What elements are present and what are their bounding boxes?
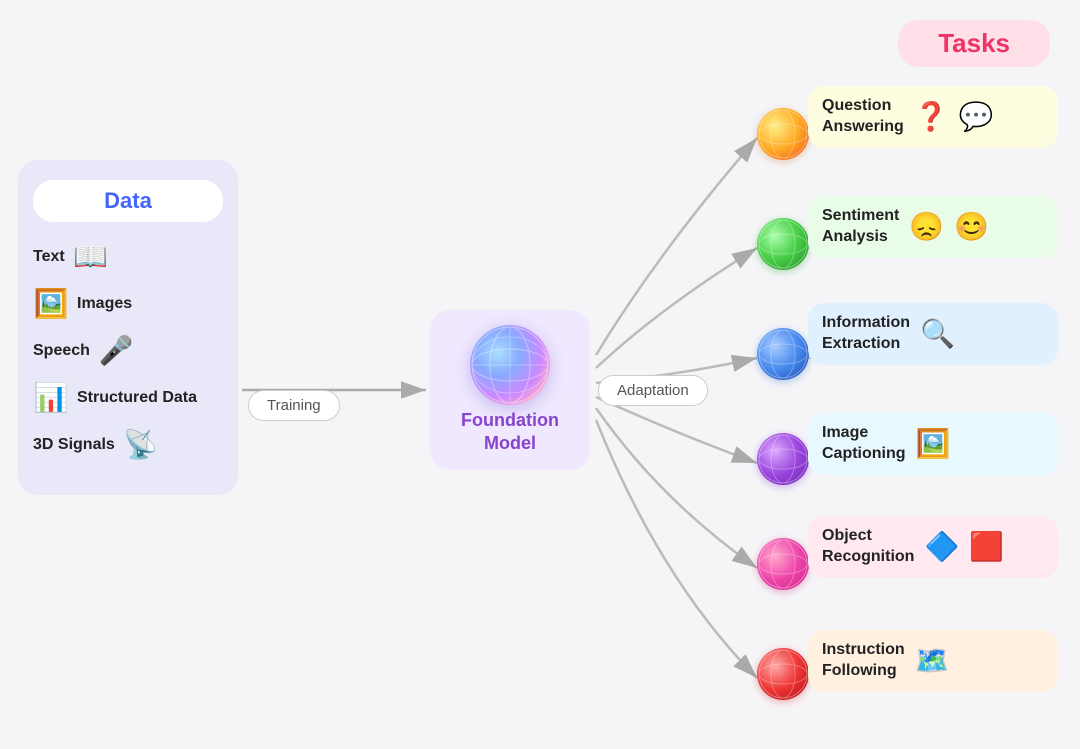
task-icon2-or: 🟥: [969, 530, 1004, 563]
data-item-images-label: Images: [77, 295, 132, 313]
task-icon2-sa: 😊: [954, 210, 989, 243]
task-label-if: Instruction Following: [822, 640, 905, 682]
task-icon-ic: 🖼️: [916, 427, 951, 460]
task-label-qa: Question Answering: [822, 96, 904, 138]
data-title: Data: [104, 188, 152, 213]
data-panel: Data Text 📖 🖼️ Images Speech 🎤 📊 Structu…: [18, 160, 238, 495]
images-icon: 🖼️: [33, 287, 69, 320]
data-item-3d: 3D Signals 📡: [33, 428, 223, 461]
task-label-ic: Image Captioning: [822, 423, 906, 465]
node-sphere-ie: [757, 328, 809, 380]
task-icon-if: 🗺️: [915, 644, 950, 677]
tasks-title: Tasks: [938, 28, 1010, 58]
node-sphere-or: [757, 538, 809, 590]
task-card-qa: Question Answering ❓ 💬: [808, 86, 1058, 148]
structured-icon: 📊: [33, 381, 69, 414]
task-icon2-qa: 💬: [959, 100, 994, 133]
task-icon-sa: 😞: [909, 210, 944, 243]
tasks-title-box: Tasks: [898, 20, 1050, 67]
task-icon-qa: ❓: [914, 100, 949, 133]
3d-icon: 📡: [123, 428, 159, 461]
speech-icon: 🎤: [98, 334, 134, 367]
task-label-ie: Information Extraction: [822, 313, 910, 355]
text-icon: 📖: [73, 240, 109, 273]
foundation-model-title: Foundation Model: [461, 409, 559, 456]
data-item-text: Text 📖: [33, 240, 223, 273]
task-card-if: Instruction Following 🗺️: [808, 630, 1058, 692]
adaptation-label: Adaptation: [598, 375, 708, 406]
node-sphere-if: [757, 648, 809, 700]
node-sphere-sa: [757, 218, 809, 270]
data-item-structured-label: Structured Data: [77, 389, 197, 407]
foundation-model-sphere: [470, 325, 550, 405]
data-item-structured: 📊 Structured Data: [33, 381, 223, 414]
data-item-speech: Speech 🎤: [33, 334, 223, 367]
data-item-speech-label: Speech: [33, 342, 90, 360]
task-label-or: Object Recognition: [822, 526, 914, 568]
training-label: Training: [248, 390, 340, 421]
task-card-or: Object Recognition 🔷 🟥: [808, 516, 1058, 578]
foundation-model-box: Foundation Model: [430, 310, 590, 470]
data-title-box: Data: [33, 180, 223, 222]
node-sphere-ic: [757, 433, 809, 485]
task-card-ic: Image Captioning 🖼️: [808, 413, 1058, 475]
data-item-text-label: Text: [33, 248, 65, 266]
task-icon-or: 🔷: [924, 530, 959, 563]
data-item-images: 🖼️ Images: [33, 287, 223, 320]
task-card-sa: Sentiment Analysis 😞 😊: [808, 196, 1058, 258]
task-card-ie: Information Extraction 🔍: [808, 303, 1058, 365]
node-sphere-qa: [757, 108, 809, 160]
data-item-3d-label: 3D Signals: [33, 436, 115, 454]
task-label-sa: Sentiment Analysis: [822, 206, 899, 248]
task-icon-ie: 🔍: [920, 317, 955, 350]
